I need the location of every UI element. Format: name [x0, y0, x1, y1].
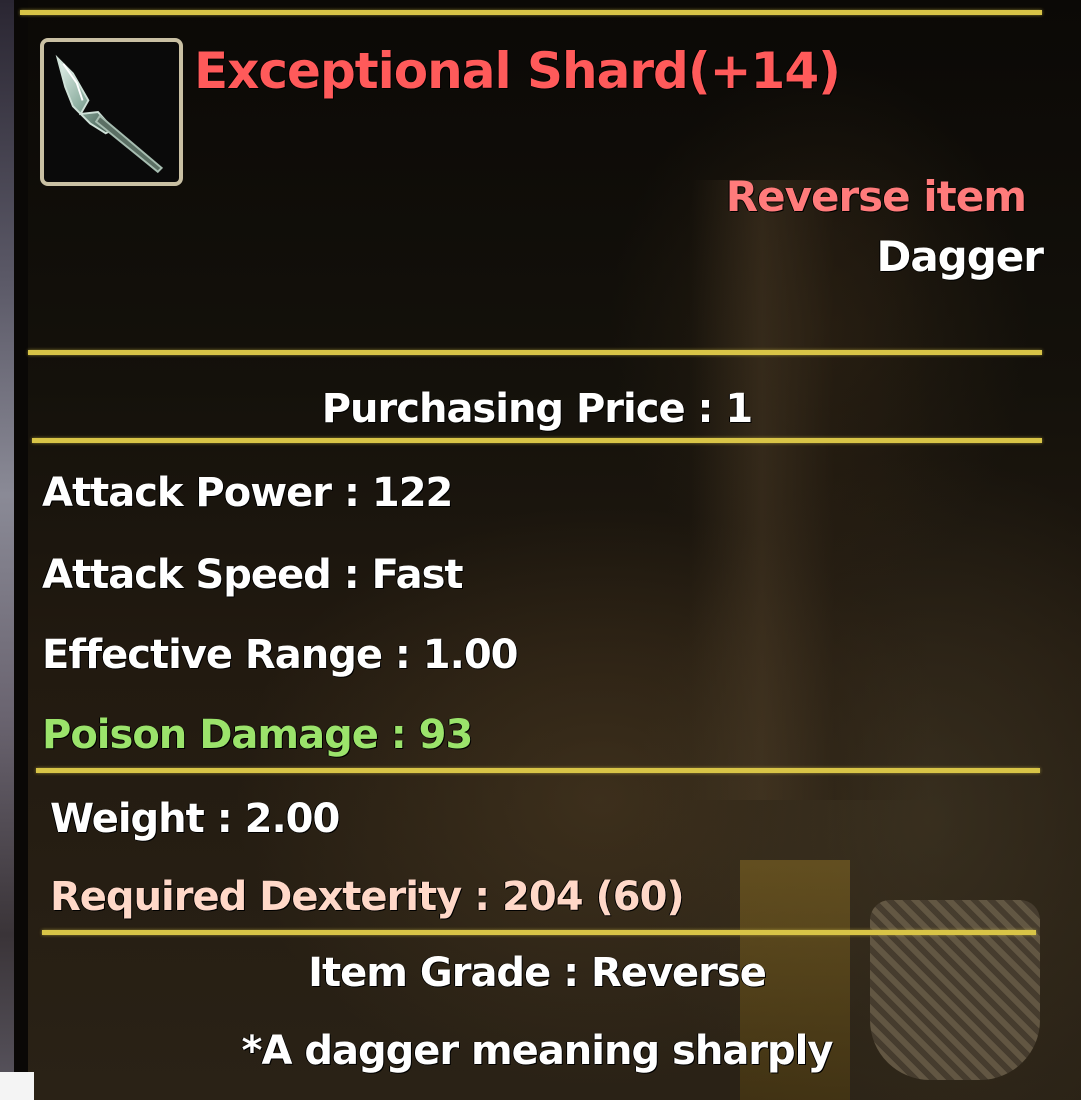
item-description: *A dagger meaning sharply	[241, 1028, 834, 1074]
divider-stats	[36, 768, 1040, 773]
divider-price	[32, 438, 1042, 443]
dagger-icon[interactable]	[40, 38, 183, 186]
stat-attack-speed: Attack Speed : Fast	[42, 552, 464, 598]
stat-attack-power: Attack Power : 122	[42, 470, 453, 516]
divider-top	[20, 10, 1042, 15]
divider-header	[28, 350, 1042, 355]
item-type-label: Reverse item	[725, 172, 1027, 221]
dagger-icon-graphic	[55, 54, 164, 174]
divider-requirements	[42, 930, 1036, 935]
screen-corner	[0, 1072, 34, 1100]
item-grade: Item Grade : Reverse	[308, 950, 767, 996]
item-class-label: Dagger	[876, 232, 1044, 281]
tooltip-left-border	[14, 0, 28, 1100]
stat-effective-range: Effective Range : 1.00	[42, 632, 518, 678]
purchasing-price: Purchasing Price : 1	[321, 386, 754, 432]
game-scene: Exceptional Shard(+14) Reverse item Dagg…	[0, 0, 1081, 1100]
stat-required-dexterity: Required Dexterity : 204 (60)	[50, 874, 685, 920]
item-tooltip: Exceptional Shard(+14) Reverse item Dagg…	[20, 0, 1046, 1100]
stat-weight: Weight : 2.00	[50, 796, 340, 842]
item-name: Exceptional Shard(+14)	[194, 42, 841, 100]
stat-poison-damage: Poison Damage : 93	[42, 712, 473, 758]
